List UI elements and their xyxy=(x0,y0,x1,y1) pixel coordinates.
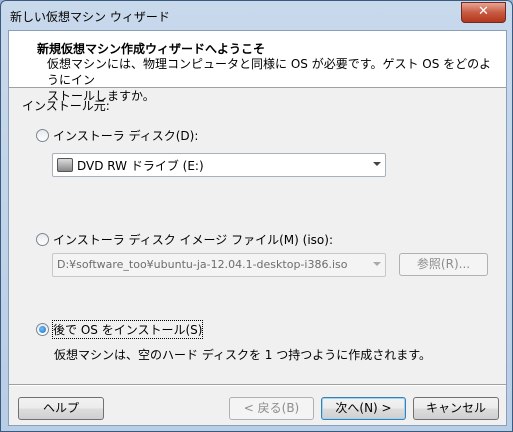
install-later-description: 仮想マシンは、空のハード ディスクを 1 つ持つように作成されます。 xyxy=(54,348,432,362)
chevron-down-icon[interactable] xyxy=(373,162,381,166)
close-button[interactable]: ✕ xyxy=(461,2,506,23)
header-description: 仮想マシンには、物理コンピュータと同様に OS が必要です。ゲスト OS をどの… xyxy=(47,56,497,104)
browse-button[interactable]: 参照(R)... xyxy=(399,253,488,276)
dvd-drive-icon xyxy=(57,158,73,172)
help-button[interactable]: ヘルプ xyxy=(18,397,104,420)
wizard-window: 新しい仮想マシン ウィザード ✕ 新規仮想マシン作成ウィザードへようこそ 仮想マ… xyxy=(0,0,513,432)
drive-select-value: DVD RW ドライブ (E:) xyxy=(77,159,204,173)
window-title: 新しい仮想マシン ウィザード xyxy=(10,10,170,24)
radio-installer-disc[interactable] xyxy=(36,129,49,142)
install-source-label: インストール元: xyxy=(22,99,110,113)
wizard-body: 新規仮想マシン作成ウィザードへようこそ 仮想マシンには、物理コンピュータと同様に… xyxy=(8,30,507,426)
drive-select[interactable]: DVD RW ドライブ (E:) xyxy=(52,153,386,177)
header-desc-line2: ストールしますか。 xyxy=(47,89,155,103)
radio-iso-image[interactable] xyxy=(36,233,49,246)
chevron-down-icon[interactable] xyxy=(373,262,381,266)
wizard-header: 新規仮想マシン作成ウィザードへようこそ 仮想マシンには、物理コンピュータと同様に… xyxy=(9,31,506,103)
next-button[interactable]: 次へ(N) > xyxy=(321,397,406,420)
radio-install-later[interactable] xyxy=(36,323,49,336)
header-title: 新規仮想マシン作成ウィザードへようこそ xyxy=(37,42,266,56)
install-later-label[interactable]: 後で OS をインストール(S) xyxy=(51,320,204,339)
close-icon: ✕ xyxy=(478,4,489,19)
iso-path-select[interactable]: D:¥software_too¥ubuntu-ja-12.04.1-deskto… xyxy=(52,253,386,277)
iso-image-label[interactable]: インストーラ ディスク イメージ ファイル(M) (iso): xyxy=(53,231,333,248)
cancel-button[interactable]: キャンセル xyxy=(413,397,499,420)
title-bar[interactable]: 新しい仮想マシン ウィザード ✕ xyxy=(1,1,512,29)
footer-separator xyxy=(9,384,506,386)
header-desc-line1: 仮想マシンには、物理コンピュータと同様に OS が必要です。ゲスト OS をどの… xyxy=(47,57,492,87)
installer-disc-label[interactable]: インストーラ ディスク(D): xyxy=(53,127,198,144)
back-button[interactable]: < 戻る(B) xyxy=(229,397,314,420)
iso-path-value: D:¥software_too¥ubuntu-ja-12.04.1-deskto… xyxy=(57,258,348,271)
